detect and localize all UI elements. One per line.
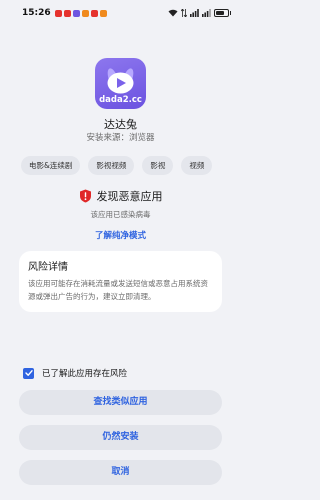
app-notif-icon bbox=[54, 9, 62, 17]
app-notif-icon bbox=[81, 9, 89, 17]
status-time: 15:26 bbox=[22, 8, 51, 18]
app-notif-icon bbox=[72, 9, 80, 17]
app-notif-icon bbox=[90, 9, 98, 17]
malware-warning: 发现恶意应用 bbox=[0, 188, 241, 204]
acknowledge-checkbox[interactable] bbox=[23, 367, 34, 379]
status-right bbox=[168, 9, 231, 17]
notification-icons bbox=[54, 9, 107, 17]
tag-chip: 视频 bbox=[181, 156, 213, 175]
acknowledge-risk-checkbox-row[interactable]: 已了解此应用存在风险 bbox=[23, 367, 127, 379]
cancel-button[interactable]: 取消 bbox=[19, 460, 222, 485]
install-anyway-button[interactable]: 仍然安装 bbox=[19, 425, 222, 450]
wifi-icon bbox=[168, 9, 177, 17]
data-transfer-icon bbox=[180, 9, 187, 17]
app-notif-icon bbox=[99, 9, 107, 17]
app-icon: dada2.cc bbox=[95, 58, 146, 109]
app-name: 达达兔 bbox=[104, 118, 137, 131]
app-notif-icon bbox=[63, 9, 71, 17]
install-source: 安装来源：浏览器 bbox=[86, 133, 155, 143]
app-tags: 电影&连续剧 影视视频 影视 视频 bbox=[21, 156, 213, 175]
shield-alert-icon bbox=[79, 189, 91, 203]
pure-mode-link[interactable]: 了解纯净模式 bbox=[0, 229, 241, 241]
signal-icon bbox=[201, 9, 211, 17]
tag-chip: 影视 bbox=[142, 156, 174, 175]
warning-title: 发现恶意应用 bbox=[96, 190, 163, 203]
checkmark-icon bbox=[24, 370, 33, 376]
risk-details-card: 风险详情 该应用可能存在消耗流量或发送短信或恶意占用系统资源或弹出广告的行为，建… bbox=[19, 251, 222, 312]
warning-subtitle: 该应用已感染病毒 bbox=[90, 210, 151, 219]
tag-chip: 电影&连续剧 bbox=[21, 156, 81, 175]
risk-description: 该应用可能存在消耗流量或发送短信或恶意占用系统资源或弹出广告的行为，建议立即清理… bbox=[28, 279, 208, 301]
tag-chip: 影视视频 bbox=[88, 156, 135, 175]
signal-icon bbox=[189, 9, 199, 17]
risk-title: 风险详情 bbox=[28, 262, 68, 273]
app-icon-label: dada2.cc bbox=[99, 95, 142, 105]
acknowledge-label: 已了解此应用存在风险 bbox=[42, 369, 128, 379]
find-similar-apps-button[interactable]: 查找类似应用 bbox=[19, 390, 222, 415]
battery-icon bbox=[213, 9, 229, 17]
status-bar: 15:26 bbox=[0, 0, 241, 26]
